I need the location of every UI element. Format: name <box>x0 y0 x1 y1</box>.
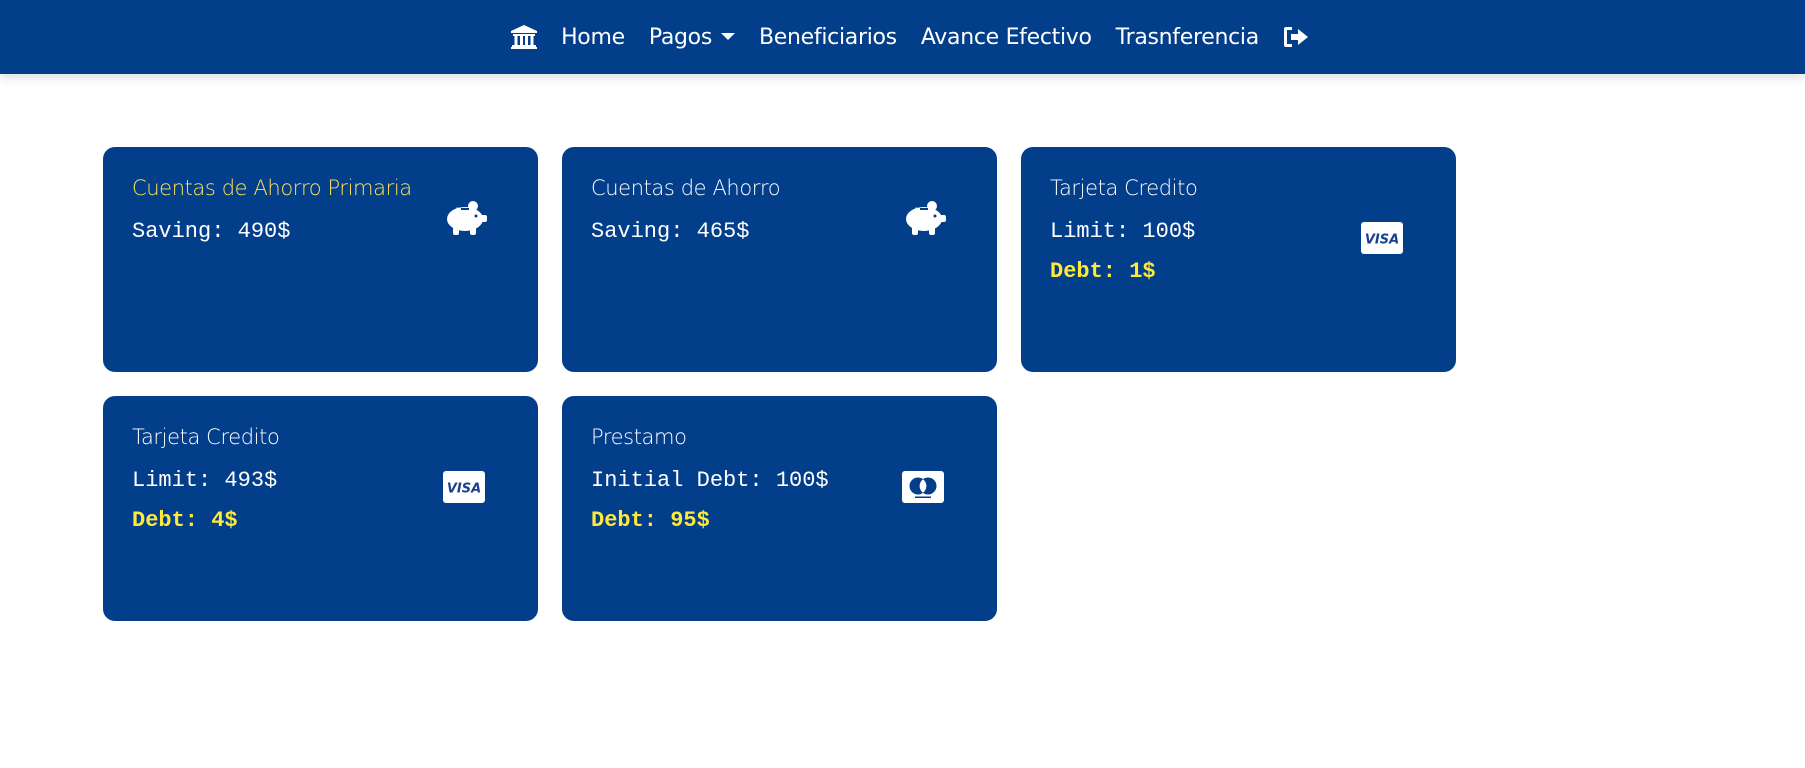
nav-home[interactable]: Home <box>561 25 625 50</box>
card-debt-amount: Debt: 1$ <box>1050 259 1156 284</box>
card-title: Cuentas de Ahorro <box>591 176 781 200</box>
account-card-credit[interactable]: Tarjeta Credito Limit: 100$ Debt: 1$ VIS… <box>1021 147 1456 372</box>
card-initial-debt: Initial Debt: 100$ <box>591 468 829 493</box>
card-title: Tarjeta Credito <box>132 425 280 449</box>
bank-icon[interactable] <box>511 25 538 49</box>
piggy-bank-icon <box>902 197 946 239</box>
visa-icon: VISA <box>443 471 485 503</box>
nav-pagos-dropdown[interactable]: Pagos <box>649 25 735 50</box>
visa-icon: VISA <box>1361 222 1403 254</box>
account-card-credit[interactable]: Tarjeta Credito Limit: 493$ Debt: 4$ VIS… <box>103 396 538 621</box>
card-debt-amount: Debt: 4$ <box>132 508 238 533</box>
card-limit-amount: Limit: 493$ <box>132 468 278 493</box>
card-title: Cuentas de Ahorro Primaria <box>132 176 412 200</box>
nav-beneficiarios[interactable]: Beneficiarios <box>759 25 897 50</box>
card-saving-amount: Saving: 465$ <box>591 219 750 244</box>
nav-pagos-label: Pagos <box>648 24 712 50</box>
card-saving-amount: Saving: 490$ <box>132 219 291 244</box>
account-card-loan[interactable]: Prestamo Initial Debt: 100$ Debt: 95$ <box>562 396 997 621</box>
svg-text:VISA: VISA <box>447 482 481 497</box>
chevron-down-icon <box>721 32 735 40</box>
top-navbar: Home Pagos Beneficiarios Avance Efectivo… <box>0 0 1805 74</box>
card-debt-amount: Debt: 95$ <box>591 508 710 533</box>
mastercard-icon <box>902 471 944 503</box>
sign-out-icon[interactable] <box>1283 25 1309 49</box>
account-card-savings-primary[interactable]: Cuentas de Ahorro Primaria Saving: 490$ <box>103 147 538 372</box>
nav-transferencia[interactable]: Trasnferencia <box>1116 25 1260 50</box>
nav-menu: Home Pagos Beneficiarios Avance Efectivo… <box>0 0 1805 74</box>
svg-text:VISA: VISA <box>1365 233 1399 248</box>
account-card-savings[interactable]: Cuentas de Ahorro Saving: 465$ <box>562 147 997 372</box>
card-title: Tarjeta Credito <box>1050 176 1198 200</box>
nav-avance-efectivo[interactable]: Avance Efectivo <box>921 25 1092 50</box>
piggy-bank-icon <box>443 197 487 239</box>
card-limit-amount: Limit: 100$ <box>1050 219 1196 244</box>
card-title: Prestamo <box>591 425 687 449</box>
